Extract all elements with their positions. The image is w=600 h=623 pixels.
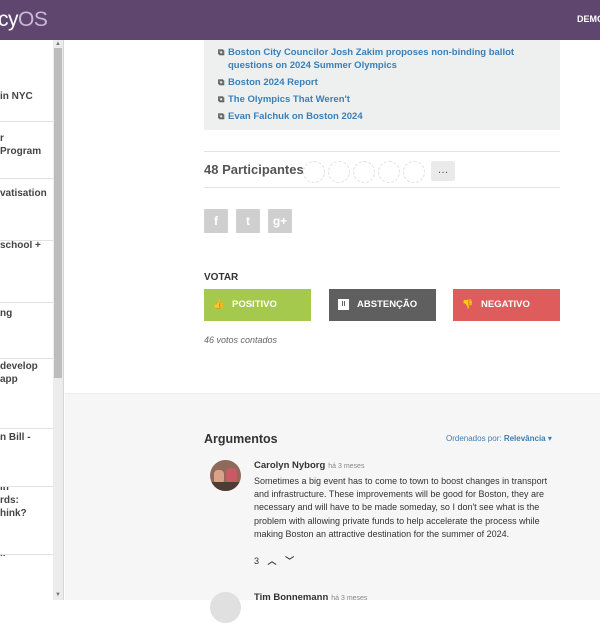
votes-count: 46 votos contados — [204, 335, 278, 345]
comment-time: há 3 meses — [331, 595, 368, 602]
twitter-share-button[interactable]: t — [236, 209, 260, 233]
avatar[interactable] — [353, 161, 375, 183]
vote-negative-button[interactable]: 👎 NEGATIVO — [453, 289, 560, 321]
avatar[interactable] — [328, 161, 350, 183]
sidebar-item[interactable]: ır — [0, 555, 53, 600]
comment-vote-controls: 3 ︿ ﹀ — [254, 554, 294, 567]
vote-abstain-button[interactable]: II ABSTENÇÃO — [329, 289, 436, 321]
external-link-icon: ⧉ — [218, 47, 225, 57]
sidebar-item[interactable]: vatisation — [0, 179, 53, 241]
avatar[interactable] — [403, 161, 425, 183]
sidebar-item[interactable]: Local ng — [0, 303, 53, 359]
scroll-up-arrow-icon[interactable]: ▲ — [54, 40, 62, 48]
comment-vote-count: 3 — [254, 556, 260, 566]
external-link-icon: ⧉ — [218, 111, 225, 121]
external-link-icon: ⧉ — [218, 77, 225, 87]
comment-author[interactable]: Carolyn Nyborg há 3 meses — [254, 460, 364, 471]
avatar[interactable] — [210, 592, 241, 623]
related-link[interactable]: ⧉ The Olympics That Weren't — [218, 93, 350, 106]
pause-icon: II — [338, 299, 349, 310]
external-link-icon: ⧉ — [218, 94, 225, 104]
more-participants-button[interactable]: … — [431, 161, 455, 181]
app-logo[interactable]: cyOS — [0, 8, 48, 32]
divider — [204, 187, 560, 188]
sort-dropdown[interactable]: Ordenados por: Relevância ▾ — [446, 434, 552, 443]
top-bar: cyOS DEMO — [0, 0, 600, 40]
main-content: ⧉ Boston City Councilor Josh Zakim propos… — [65, 40, 600, 623]
avatar[interactable] — [378, 161, 400, 183]
related-links-box: ⧉ Boston City Councilor Josh Zakim propos… — [204, 40, 560, 130]
upvote-chevron-icon[interactable]: ︿ — [268, 556, 277, 566]
thumbs-up-icon: 👍 — [213, 299, 225, 309]
thumbs-down-icon: 👎 — [462, 299, 474, 309]
top-bar-menu-link[interactable]: DEMO — [577, 14, 600, 24]
sidebar-item[interactable]: r Program — [0, 122, 53, 179]
arguments-title: Argumentos — [204, 432, 278, 446]
sidebar-item[interactable]: in rds: hink? — [0, 487, 53, 555]
facebook-share-button[interactable]: f — [204, 209, 228, 233]
scroll-down-arrow-icon[interactable]: ▼ — [54, 591, 62, 599]
related-link[interactable]: ⧉ Evan Falchuk on Boston 2024 — [218, 110, 363, 123]
related-link-continued[interactable]: questions on 2024 Summer Olympics — [218, 59, 397, 72]
related-link[interactable]: ⧉ Boston 2024 Report — [218, 76, 318, 89]
downvote-chevron-icon[interactable]: ﹀ — [285, 556, 294, 566]
sidebar-scrollbar-thumb[interactable] — [54, 48, 62, 378]
vote-heading: VOTAR — [204, 272, 239, 283]
sidebar-item[interactable]: in NYC — [0, 40, 53, 122]
comment-author[interactable]: Tim Bonnemann há 3 meses — [254, 592, 367, 603]
participants-count: 48 Participantes — [204, 162, 304, 177]
sidebar-item[interactable]: school + — [0, 241, 53, 303]
sidebar: in NYC r Program vatisation school + Loc… — [0, 40, 64, 600]
avatar[interactable] — [210, 460, 241, 491]
vote-positive-button[interactable]: 👍 POSITIVO — [204, 289, 311, 321]
divider — [204, 151, 560, 152]
sidebar-item[interactable]: n Bill - — [0, 429, 53, 487]
avatar[interactable] — [303, 161, 325, 183]
comment-time: há 3 meses — [328, 463, 365, 470]
comment-text: Sometimes a big event has to come to tow… — [254, 476, 548, 539]
google-plus-share-button[interactable]: g+ — [268, 209, 292, 233]
sidebar-item[interactable]: develop app — [0, 359, 53, 429]
arguments-section: Argumentos Ordenados por: Relevância ▾ C… — [65, 393, 600, 623]
related-link[interactable]: ⧉ Boston City Councilor Josh Zakim propos… — [218, 46, 514, 59]
